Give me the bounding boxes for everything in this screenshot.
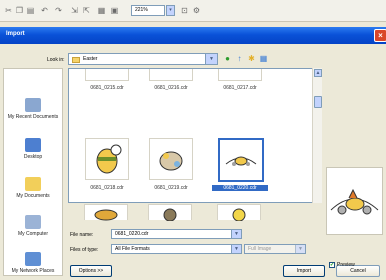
places-bar: My Recent Documents Desktop My Documents… bbox=[3, 68, 63, 276]
up-folder-icon[interactable]: ↑ bbox=[234, 53, 245, 65]
file-name[interactable]: 0681_0218.cdr bbox=[79, 185, 135, 191]
files-of-type-dropdown-arrow[interactable]: ▼ bbox=[231, 245, 241, 253]
view-menu-icon[interactable]: ▦ bbox=[258, 53, 269, 65]
file-thumbnail[interactable] bbox=[217, 204, 261, 222]
folder-icon bbox=[72, 57, 80, 63]
back-icon[interactable]: ● bbox=[222, 53, 233, 65]
place-label: My Recent Documents bbox=[7, 114, 59, 120]
copy-icon[interactable]: ❐ bbox=[15, 6, 24, 15]
desktop-icon bbox=[25, 138, 41, 152]
file-thumbnail[interactable] bbox=[85, 69, 129, 81]
look-in-dropdown-arrow[interactable]: ▼ bbox=[205, 54, 217, 64]
zoom-level-field[interactable]: 221% bbox=[131, 5, 165, 16]
file-name-label: File name: bbox=[70, 232, 94, 238]
scroll-up-arrow[interactable]: ▲ bbox=[314, 69, 322, 77]
files-of-type-label: Files of type: bbox=[70, 247, 99, 253]
place-my-documents[interactable]: My Documents bbox=[4, 177, 62, 199]
welcome-screen-icon[interactable]: ▣ bbox=[110, 6, 119, 15]
bird-thumbnail-icon bbox=[225, 156, 257, 166]
import-icon[interactable]: ⇲ bbox=[70, 6, 79, 15]
place-my-computer[interactable]: My Computer bbox=[4, 215, 62, 237]
my-computer-icon bbox=[25, 215, 41, 229]
file-thumbnail[interactable] bbox=[149, 69, 193, 81]
basket-thumbnail-icon bbox=[94, 209, 118, 221]
redo-icon[interactable]: ↷ bbox=[54, 6, 63, 15]
preview-label: Preview bbox=[337, 262, 355, 268]
options-icon[interactable]: ⚙ bbox=[192, 6, 201, 15]
owl-thumbnail-icon bbox=[163, 208, 177, 222]
file-name-selected[interactable]: 0681_0220.cdr bbox=[212, 185, 268, 191]
recent-documents-icon bbox=[25, 98, 41, 112]
easter-egg-thumbnail-icon bbox=[96, 144, 122, 174]
import-mode-dropdown-arrow: ▼ bbox=[295, 245, 305, 253]
file-thumbnail[interactable] bbox=[84, 204, 128, 221]
place-label: Desktop bbox=[23, 154, 43, 160]
close-button[interactable]: × bbox=[374, 29, 386, 42]
look-in-value: Easter bbox=[83, 56, 98, 62]
dialog-titlebar[interactable]: Import × bbox=[0, 27, 386, 44]
options-button[interactable]: Options >> bbox=[70, 265, 112, 277]
zoom-dropdown-arrow[interactable]: ▾ bbox=[166, 5, 175, 16]
snap-to-icon[interactable]: ⊡ bbox=[180, 6, 189, 15]
place-recent-documents[interactable]: My Recent Documents bbox=[4, 98, 62, 120]
file-list[interactable]: 0681_0215.cdr 0681_0216.cdr 0681_0217.cd… bbox=[68, 68, 322, 203]
file-name-field[interactable]: 0681_0220.cdr bbox=[111, 229, 242, 239]
network-places-icon bbox=[25, 252, 41, 266]
file-list-scrollbar[interactable]: ▲ bbox=[312, 68, 322, 203]
preview-panel bbox=[326, 167, 383, 235]
place-label: My Documents bbox=[16, 193, 50, 199]
file-thumbnail[interactable] bbox=[149, 138, 193, 180]
import-button[interactable]: Import bbox=[283, 265, 325, 277]
cut-icon[interactable]: ✂ bbox=[4, 6, 13, 15]
paste-icon[interactable]: ▤ bbox=[26, 6, 35, 15]
place-network-places[interactable]: My Network Places bbox=[4, 252, 62, 274]
file-name[interactable]: 0681_0219.cdr bbox=[143, 185, 199, 191]
place-desktop[interactable]: Desktop bbox=[4, 138, 62, 160]
place-label: My Network Places bbox=[11, 268, 55, 274]
import-dialog: Import × Look in: Easter ▼ ● ↑ ✱ ▦ My Re… bbox=[0, 27, 386, 280]
look-in-dropdown[interactable]: Easter bbox=[68, 53, 218, 65]
export-icon[interactable]: ⇱ bbox=[82, 6, 91, 15]
preview-checkbox[interactable]: ✔ bbox=[329, 262, 335, 268]
file-thumbnail[interactable] bbox=[218, 69, 262, 81]
scrollbar-thumb[interactable] bbox=[314, 96, 322, 108]
file-name[interactable]: 0681_0216.cdr bbox=[143, 85, 199, 91]
file-thumbnail-selected[interactable] bbox=[218, 138, 264, 182]
new-folder-icon[interactable]: ✱ bbox=[246, 53, 257, 65]
chick-thumbnail-icon bbox=[232, 208, 246, 222]
file-thumbnail[interactable] bbox=[148, 204, 192, 222]
undo-icon[interactable]: ↶ bbox=[40, 6, 49, 15]
application-launcher-icon[interactable]: ▦ bbox=[97, 6, 106, 15]
file-thumbnail[interactable] bbox=[85, 138, 129, 180]
dialog-title: Import bbox=[6, 31, 25, 37]
app-toolbar: ✂ ❐ ▤ ↶ ↷ ⇲ ⇱ ▦ ▣ 221% ▾ ⊡ ⚙ bbox=[0, 0, 386, 22]
bird-preview-icon bbox=[330, 188, 379, 215]
file-name[interactable]: 0681_0217.cdr bbox=[212, 85, 268, 91]
file-name[interactable]: 0681_0215.cdr bbox=[79, 85, 135, 91]
my-documents-icon bbox=[25, 177, 41, 191]
place-label: My Computer bbox=[17, 231, 48, 237]
look-in-label: Look in: bbox=[47, 57, 65, 63]
bunny-thumbnail-icon bbox=[159, 151, 183, 171]
file-name-dropdown-arrow[interactable]: ▼ bbox=[231, 230, 241, 238]
files-of-type-dropdown[interactable]: All File Formats bbox=[111, 244, 242, 254]
